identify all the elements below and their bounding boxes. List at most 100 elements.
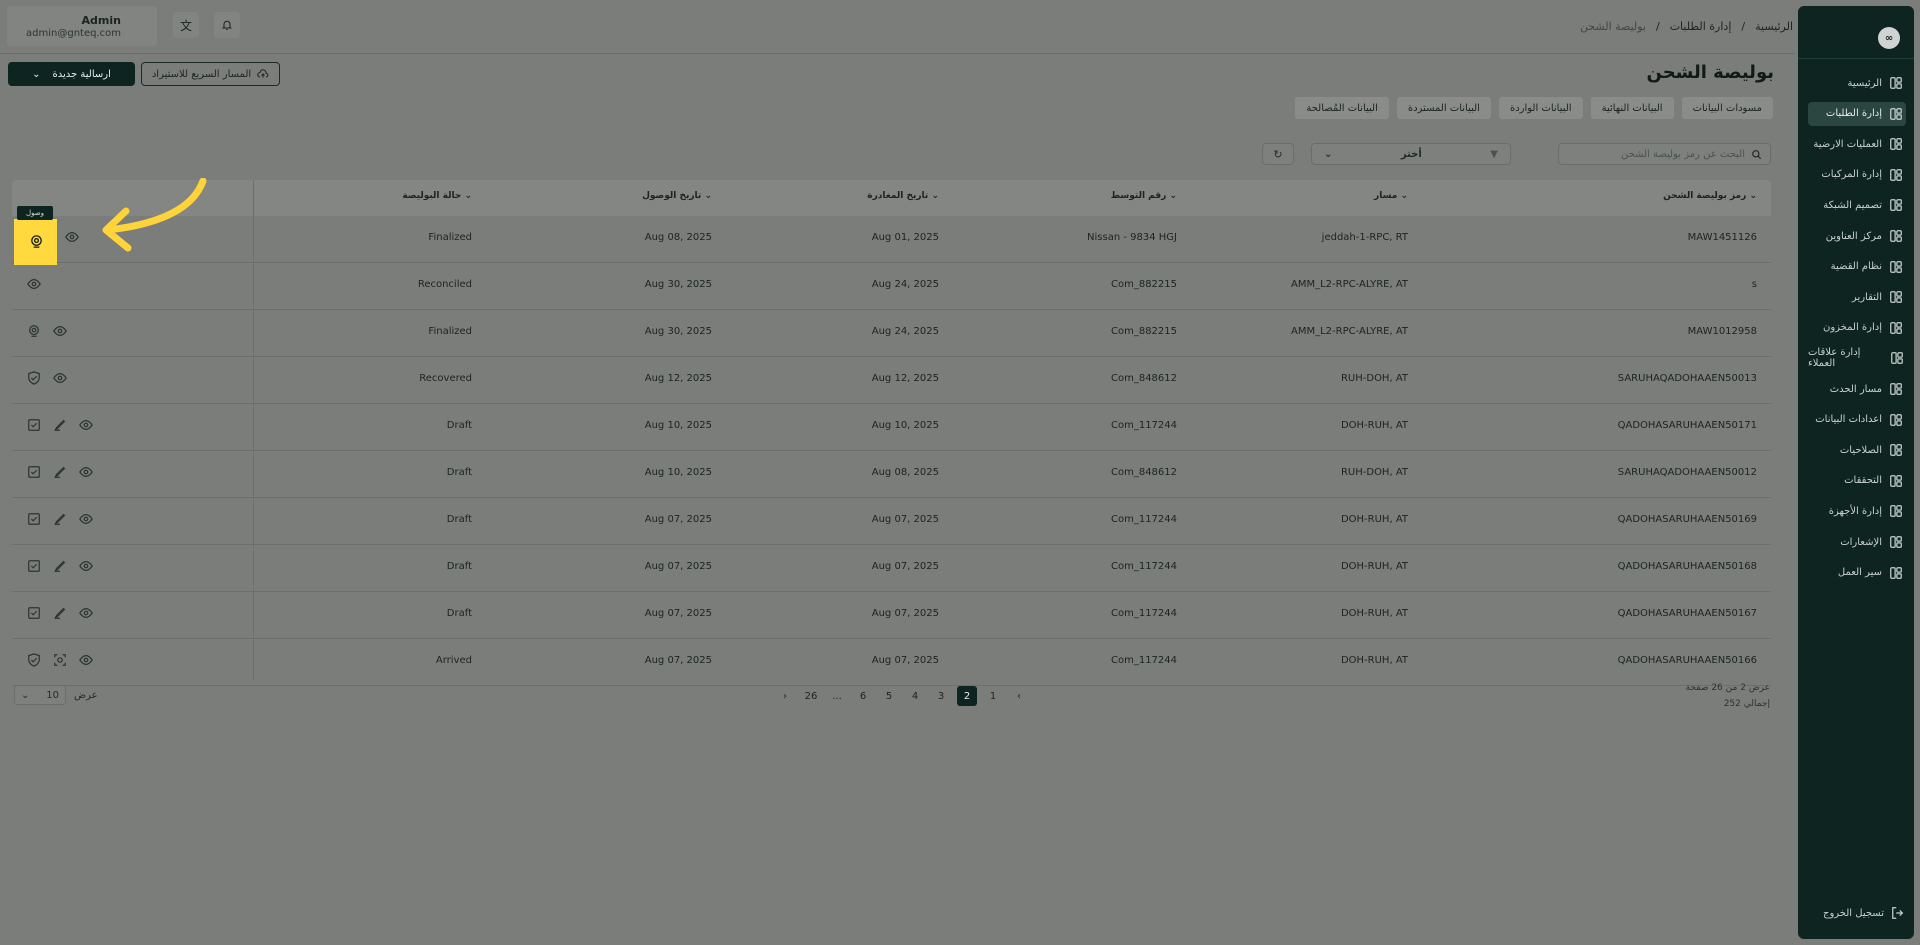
shield-button[interactable] xyxy=(26,370,42,386)
edit-button[interactable] xyxy=(52,417,68,433)
header-departure[interactable]: تاريخ المغادرة ⌄ xyxy=(867,191,939,201)
inventory-icon xyxy=(1888,320,1904,336)
sidebar-item-tools[interactable]: التحققات xyxy=(1808,469,1906,493)
eye-icon xyxy=(79,420,93,430)
sidebar-item-network[interactable]: تصميم الشبكة xyxy=(1808,193,1906,217)
sidebar-item-database[interactable]: اعدادات البيانات xyxy=(1808,408,1906,432)
cell-code: QADOHASARUHAAEN50166 xyxy=(1617,655,1757,666)
header-arrival[interactable]: تاريخ الوصول ⌄ xyxy=(642,191,712,201)
sidebar-item-address[interactable]: مركز العناوين xyxy=(1808,224,1906,248)
breadcrumb-section[interactable]: إدارة الطلبات xyxy=(1670,20,1732,33)
checkbox-button[interactable] xyxy=(26,464,42,480)
header-status[interactable]: حالة البوليصة ⌄ xyxy=(402,191,472,201)
data-tabs: مسودات البيانات البيانات النهائية البيان… xyxy=(1295,97,1773,119)
eye-button[interactable] xyxy=(52,370,68,386)
refresh-button[interactable]: ↻ xyxy=(1262,143,1294,165)
sidebar-item-orders[interactable]: إدارة الطلبات xyxy=(1808,101,1906,126)
checkbox-button[interactable] xyxy=(26,558,42,574)
status-filter-select[interactable]: ▼ أختر ⌄ xyxy=(1311,143,1511,165)
tab-reconciled[interactable]: البيانات المُصالحة xyxy=(1295,97,1389,119)
eye-button[interactable] xyxy=(78,652,94,668)
sidebar-item-bell[interactable]: الإشعارات xyxy=(1808,530,1906,554)
scan-button[interactable] xyxy=(52,652,68,668)
table-row: MAW1012958 AMM_L2-RPC-ALYRE, AT Com_882215… xyxy=(12,310,1771,357)
sidebar-item-users[interactable]: الصلاحيات xyxy=(1808,438,1906,462)
tab-final[interactable]: البيانات النهائية xyxy=(1590,97,1674,119)
header-code[interactable]: رمز بوليصة الشحن ⌄ xyxy=(1663,191,1757,201)
logo-icon: ∞ xyxy=(1878,27,1900,49)
cell-status: Finalized xyxy=(428,326,472,337)
eye-button[interactable] xyxy=(78,417,94,433)
sidebar-divider xyxy=(1798,58,1914,59)
cell-route: RUH-DOH, AT xyxy=(1340,373,1408,384)
event-path-icon xyxy=(1888,381,1904,397)
row-actions xyxy=(26,464,94,480)
sidebar-item-event-path[interactable]: مسار الحدث xyxy=(1808,377,1906,401)
logout-button[interactable]: تسجيل الخروج xyxy=(1823,905,1906,921)
prev-page-button[interactable]: ‹ xyxy=(1009,686,1029,706)
location-button[interactable] xyxy=(26,323,42,339)
page-button[interactable]: 3 xyxy=(931,686,951,706)
sidebar-item-label: التحققات xyxy=(1844,475,1882,487)
eye-button[interactable] xyxy=(26,276,42,292)
search-input[interactable]: البحث عن رمز بوليصة الشحن xyxy=(1558,143,1771,165)
page-button[interactable]: 1 xyxy=(983,686,1003,706)
sidebar-item-ground-ops[interactable]: العمليات الارضية xyxy=(1808,132,1906,156)
shield-button[interactable] xyxy=(26,652,42,668)
reports-icon xyxy=(1888,289,1904,305)
arrival-location-button[interactable] xyxy=(26,231,46,251)
new-shipment-button[interactable]: ⌄ ارسالية جديدة xyxy=(8,62,135,86)
eye-button[interactable] xyxy=(64,229,80,245)
cell-mid: Com_848612 xyxy=(1110,373,1177,384)
eye-icon xyxy=(79,514,93,524)
tab-incoming[interactable]: البيانات الواردة xyxy=(1498,97,1583,119)
checkbox-button[interactable] xyxy=(26,417,42,433)
page-button[interactable]: 4 xyxy=(905,686,925,706)
sidebar-item-crm[interactable]: إدارة علاقات العملاء xyxy=(1808,346,1906,370)
cell-code: MAW1012958 xyxy=(1687,326,1757,337)
breadcrumb-home[interactable]: الرئيسية xyxy=(1755,20,1793,33)
notifications-button[interactable] xyxy=(214,12,240,38)
breadcrumb-current: بوليصة الشحن xyxy=(1579,20,1646,33)
cell-mid: Com_848612 xyxy=(1110,467,1177,478)
eye-button[interactable] xyxy=(52,323,68,339)
page-button[interactable]: 6 xyxy=(853,686,873,706)
cell-arr: Aug 07, 2025 xyxy=(644,561,712,572)
cell-code: QADOHASARUHAAEN50171 xyxy=(1617,420,1757,431)
eye-button[interactable] xyxy=(78,511,94,527)
per-page-control: ⌄ 10 عرض xyxy=(14,685,98,705)
sidebar-item-devices[interactable]: إدارة الأجهزة xyxy=(1808,499,1906,523)
sidebar-item-inventory[interactable]: إدارة المخزون xyxy=(1808,316,1906,340)
dashboard-icon xyxy=(1888,75,1904,91)
edit-button[interactable] xyxy=(52,511,68,527)
sidebar-item-dashboard[interactable]: الرئيسية xyxy=(1808,71,1906,95)
sidebar-item-workflow[interactable]: سير العمل xyxy=(1808,561,1906,585)
page-button[interactable]: 5 xyxy=(879,686,899,706)
checkbox-button[interactable] xyxy=(26,605,42,621)
checkbox-button[interactable] xyxy=(26,511,42,527)
tab-drafts[interactable]: مسودات البيانات xyxy=(1681,97,1773,119)
edit-button[interactable] xyxy=(52,605,68,621)
edit-button[interactable] xyxy=(52,464,68,480)
quick-import-button[interactable]: المسار السريع للاستيراد xyxy=(141,62,280,86)
header-mid[interactable]: رقم التوسط ⌄ xyxy=(1111,191,1177,201)
tab-recovered[interactable]: البيانات المستردة xyxy=(1396,97,1491,119)
sidebar-item-reports[interactable]: التقارير xyxy=(1808,285,1906,309)
page-button[interactable]: 2 xyxy=(957,686,977,706)
page-button[interactable]: 26 xyxy=(801,686,821,706)
eye-button[interactable] xyxy=(78,605,94,621)
sidebar-item-truck[interactable]: إدارة المركبات xyxy=(1808,163,1906,187)
edit-button[interactable] xyxy=(52,558,68,574)
header-route[interactable]: مسار ⌄ xyxy=(1374,191,1408,201)
cell-mid: Com_882215 xyxy=(1110,326,1177,337)
user-profile[interactable]: Admin admin@gnteq.com xyxy=(7,6,157,46)
user-email: admin@gnteq.com xyxy=(26,28,121,39)
per-page-select[interactable]: ⌄ 10 xyxy=(14,685,66,705)
table-row: MAW1451126 jeddah-1-RPC, RT Nissan - 9834 … xyxy=(12,216,1771,263)
cell-status: Finalized xyxy=(428,232,472,243)
translate-button[interactable]: 文 xyxy=(173,12,199,38)
eye-button[interactable] xyxy=(78,464,94,480)
next-page-button[interactable]: › xyxy=(775,686,795,706)
eye-button[interactable] xyxy=(78,558,94,574)
sidebar-item-case[interactable]: نظام القضية xyxy=(1808,255,1906,279)
